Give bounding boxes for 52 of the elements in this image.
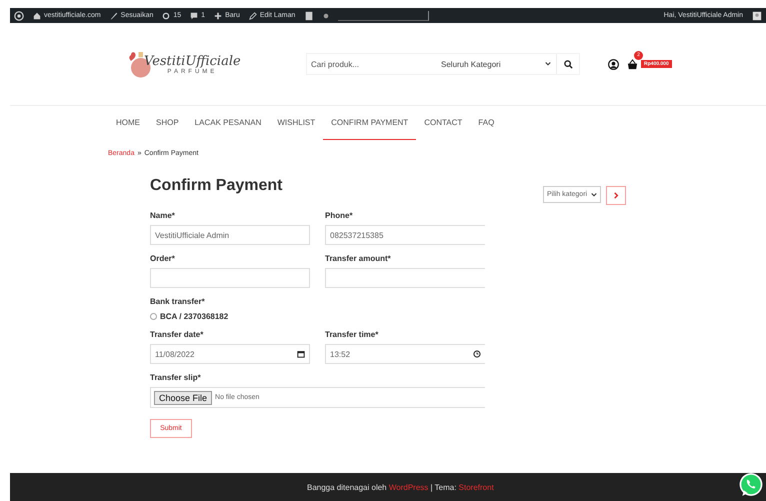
nav-link[interactable]: CONFIRM PAYMENT bbox=[323, 106, 416, 140]
plus-icon bbox=[214, 12, 222, 20]
logo-name: VestitiUfficiale bbox=[144, 54, 241, 68]
field-label: Transfer slip* bbox=[150, 373, 202, 382]
clock-icon bbox=[473, 350, 481, 358]
field-label: Name* bbox=[150, 211, 176, 220]
search-icon bbox=[564, 60, 572, 68]
nav-link[interactable]: LACAK PESANAN bbox=[186, 106, 270, 140]
footer-credit: Bangga ditenagai oleh WordPress | Tema: Storefront bbox=[307, 482, 494, 492]
input-field[interactable]: VestitiUfficiale Admin bbox=[150, 225, 310, 245]
theme-link[interactable]: Storefront bbox=[458, 482, 494, 492]
updates-icon bbox=[162, 12, 170, 20]
home-icon bbox=[33, 12, 41, 20]
wordpress-icon[interactable] bbox=[14, 10, 24, 20]
field-label: Bank transfer* bbox=[150, 297, 206, 306]
nav-link[interactable]: FAQ bbox=[470, 106, 502, 140]
chevron-right-icon bbox=[612, 192, 620, 199]
whatsapp-icon[interactable] bbox=[738, 472, 764, 498]
chevron-down-icon bbox=[591, 192, 598, 198]
time-field[interactable]: 13:52 bbox=[325, 344, 485, 364]
account-icon[interactable] bbox=[608, 58, 619, 70]
category-select[interactable]: Seluruh Kategori bbox=[441, 60, 556, 68]
brush-icon bbox=[110, 12, 118, 20]
nav-link[interactable]: SHOP bbox=[148, 106, 187, 140]
field-label: Transfer amount* bbox=[325, 254, 392, 263]
pencil-icon bbox=[248, 12, 257, 20]
input-field[interactable] bbox=[325, 268, 485, 288]
field-label: Phone* bbox=[325, 211, 354, 220]
admin-search-field[interactable] bbox=[338, 10, 430, 20]
basket-icon[interactable] bbox=[627, 58, 638, 70]
go-button[interactable] bbox=[606, 186, 626, 205]
radio-label: BCA / 2370368182 bbox=[160, 312, 228, 321]
field-label: Transfer date* bbox=[150, 330, 204, 339]
avatar-icon[interactable] bbox=[752, 10, 762, 20]
wordpress-link[interactable]: WordPress bbox=[388, 482, 428, 492]
input-field[interactable] bbox=[150, 268, 310, 288]
comment-icon bbox=[190, 12, 198, 20]
nav-link[interactable]: CONTACT bbox=[416, 106, 470, 140]
search-field[interactable]: Cari produk... bbox=[307, 60, 441, 68]
calendar-icon bbox=[297, 350, 305, 358]
date-field[interactable]: 11/08/2022 bbox=[150, 344, 310, 364]
radio-button[interactable] bbox=[150, 313, 157, 320]
page-title: Confirm Payment bbox=[150, 177, 284, 195]
nav-link[interactable]: HOME bbox=[108, 106, 148, 140]
nav-link[interactable]: WISHLIST bbox=[269, 106, 324, 140]
chevron-down-icon bbox=[545, 61, 551, 67]
input-field[interactable]: 082537215385 bbox=[325, 225, 485, 245]
status-dot-icon[interactable] bbox=[323, 12, 330, 18]
choose-file-button[interactable]: Choose File bbox=[154, 390, 212, 404]
document-icon[interactable] bbox=[304, 10, 314, 20]
field-label: Transfer time* bbox=[325, 330, 380, 339]
field-label: Order* bbox=[150, 254, 176, 263]
